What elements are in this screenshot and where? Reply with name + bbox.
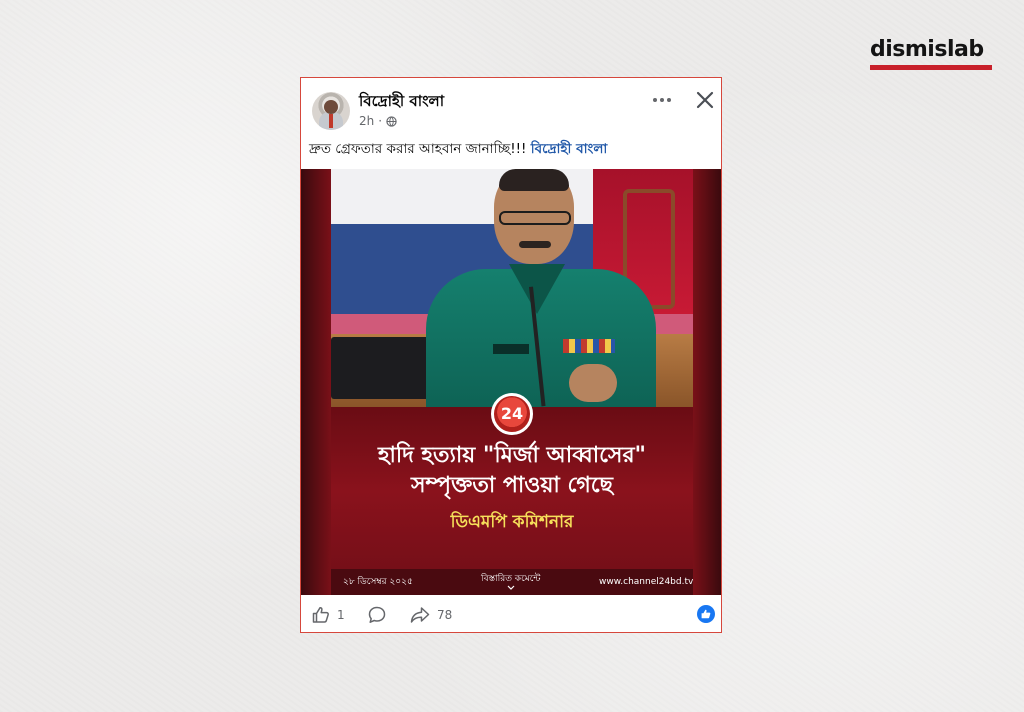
- brand-underline: [870, 65, 992, 70]
- post-time[interactable]: 2h: [359, 114, 374, 128]
- thumbs-up-icon: [312, 607, 329, 623]
- avatar-figure-accent: [329, 114, 333, 128]
- channel-logo: 24: [491, 393, 533, 435]
- meta-separator: ·: [378, 114, 383, 128]
- share-button[interactable]: 78: [409, 605, 452, 625]
- post-meta: 2h ·: [359, 114, 397, 128]
- share-count: 78: [437, 608, 453, 622]
- image-blur-right: [693, 169, 721, 595]
- photo-hair: [499, 169, 569, 191]
- thumbs-up-reaction-icon: [697, 605, 715, 623]
- news-source: ডিএমপি কমিশনার: [450, 512, 574, 532]
- social-post-card: বিদ্রোহী বাংলা 2h · দ্রুত গ্রেফতার করার …: [300, 77, 722, 633]
- post-header: বিদ্রোহী বাংলা 2h ·: [301, 78, 721, 138]
- brand-name: dismislab: [870, 37, 984, 62]
- comment-button[interactable]: [367, 605, 387, 625]
- more-dot: [667, 98, 671, 102]
- comment-icon: [368, 606, 386, 623]
- photo-mustache: [519, 241, 551, 248]
- image-blur-left: [301, 169, 331, 595]
- news-photo: [331, 169, 693, 407]
- news-date: ২৮ ডিসেম্বর ২০২৫: [343, 577, 413, 587]
- news-headline: হাদি হত্যায় "মির্জা আব্বাসের" সম্পৃক্তত…: [331, 441, 693, 501]
- caption-text: দ্রুত গ্রেফতার করার আহবান জানাচ্ছি!!!: [309, 141, 531, 157]
- caption-page-tag[interactable]: বিদ্রোহী বাংলা: [531, 141, 608, 157]
- page-avatar[interactable]: [312, 92, 350, 130]
- like-reaction-badge[interactable]: [697, 605, 715, 623]
- post-image[interactable]: 24 হাদি হত্যায় "মির্জা আব্বাসের" সম্পৃক…: [301, 169, 721, 595]
- photo-nametag: [493, 344, 529, 354]
- more-dot: [653, 98, 657, 102]
- avatar-figure-head: [324, 100, 338, 114]
- brand-logo: dismislab: [870, 37, 994, 70]
- page-name[interactable]: বিদ্রোহী বাংলা: [359, 92, 444, 110]
- headline-line-1: হাদি হত্যায় "মির্জা আব্বাসের": [377, 443, 647, 468]
- channel-website: www.channel24bd.tv: [599, 577, 694, 587]
- chevron-down-icon: [507, 585, 515, 590]
- photo-glasses: [499, 211, 571, 225]
- headline-panel: 24 হাদি হত্যায় "মির্জা আব্বাসের" সম্পৃক…: [331, 393, 693, 595]
- like-button[interactable]: 1: [311, 605, 345, 625]
- image-footer-strip: ২৮ ডিসেম্বর ২০২৫ বিস্তারিত কমেন্টে www.c…: [331, 569, 693, 595]
- close-icon[interactable]: [694, 89, 716, 111]
- like-count: 1: [337, 608, 345, 622]
- photo-ribbons: [563, 339, 615, 353]
- post-caption: দ্রুত গ্রেফতার করার আহবান জানাচ্ছি!!! বি…: [309, 139, 715, 159]
- more-dot: [660, 98, 664, 102]
- globe-icon: [386, 115, 397, 127]
- headline-line-2: সম্পৃক্ততা পাওয়া গেছে: [411, 473, 613, 498]
- share-icon: [410, 607, 430, 623]
- photo-hand: [569, 364, 617, 402]
- more-options-icon[interactable]: [651, 90, 673, 110]
- post-action-bar: 1 78: [301, 595, 721, 632]
